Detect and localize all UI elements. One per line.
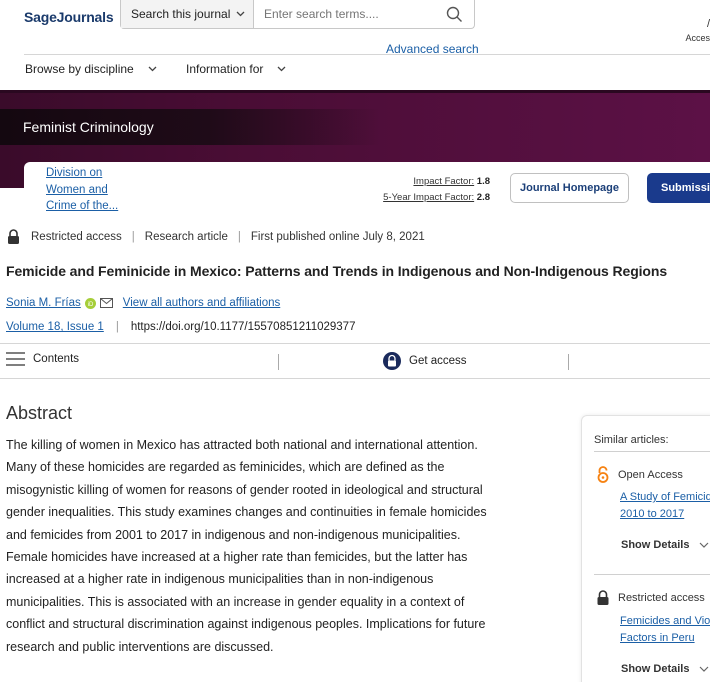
search-input[interactable]	[254, 0, 434, 28]
separator: |	[115, 321, 119, 333]
show-details-button[interactable]: Show Details	[621, 539, 709, 551]
chevron-down-icon	[277, 66, 286, 72]
nav-information-for[interactable]: Information for	[186, 62, 286, 76]
access-menu[interactable]: / Acces	[685, 17, 710, 45]
search-scope-dropdown[interactable]: Search this journal	[121, 0, 254, 28]
divider	[594, 574, 710, 575]
nav-label: Browse by discipline	[25, 62, 134, 76]
chevron-down-icon	[148, 66, 157, 72]
nav-label: Information for	[186, 62, 264, 76]
doi-text[interactable]: https://doi.org/10.1177/1557085121102937…	[131, 321, 356, 333]
email-icon[interactable]	[99, 298, 113, 308]
restricted-access-label: Restricted access	[596, 590, 705, 605]
open-access-icon	[597, 466, 609, 483]
journal-title[interactable]: Feminist Criminology	[23, 119, 154, 135]
similar-article-link[interactable]: Femicides and Vio Factors in Peru	[620, 613, 710, 647]
published-date: First published online July 8, 2021	[250, 230, 425, 243]
sage-journals-logo[interactable]: SageJournals	[24, 9, 114, 25]
orcid-icon[interactable]: iD	[84, 297, 96, 309]
impact-factor-value: 1.8	[476, 176, 490, 187]
volume-line: Volume 18, Issue 1 | https://doi.org/10.…	[6, 321, 355, 333]
article-meta: Restricted access | Research article | F…	[6, 229, 425, 244]
toolbar-divider	[568, 354, 569, 370]
search-bar: Search this journal	[120, 0, 475, 29]
article-title-line: Femicides and Vio	[620, 615, 710, 627]
nav-browse-by-discipline[interactable]: Browse by discipline	[25, 62, 157, 76]
similar-article-link[interactable]: A Study of Femicide 2010 to 2017	[620, 489, 710, 523]
divider	[594, 451, 710, 452]
show-details-button[interactable]: Show Details	[621, 663, 709, 675]
logo-suffix: Journals	[56, 9, 114, 25]
chevron-down-icon	[700, 542, 709, 548]
separator: |	[131, 230, 135, 243]
access-label: Acces	[685, 33, 710, 43]
article-title-line: A Study of Femicide	[620, 491, 710, 503]
get-access-label: Get access	[409, 355, 467, 367]
impact-factors: Impact Factor: 1.8 5-Year Impact Factor:…	[383, 174, 490, 206]
header-divider	[24, 54, 710, 55]
five-year-impact-value: 2.8	[476, 192, 490, 203]
journal-homepage-button[interactable]: Journal Homepage	[510, 173, 629, 203]
contents-button[interactable]: Contents	[6, 352, 79, 366]
separator: |	[237, 230, 241, 243]
search-button[interactable]	[434, 0, 474, 28]
society-link[interactable]: Division on Women and Crime of the...	[46, 165, 126, 215]
author-link[interactable]: Sonia M. Frías	[6, 297, 81, 309]
svg-text:iD: iD	[87, 302, 93, 308]
article-type: Research article	[144, 230, 228, 243]
chevron-down-icon	[700, 666, 709, 672]
five-year-impact-label[interactable]: 5-Year Impact Factor:	[383, 192, 474, 203]
access-type: Open Access	[618, 468, 683, 481]
impact-factor-label[interactable]: Impact Factor:	[413, 176, 474, 187]
abstract-text: The killing of women in Mexico has attra…	[6, 438, 487, 654]
view-all-authors-link[interactable]: View all authors and affiliations	[123, 297, 280, 309]
submission-button[interactable]: Submission	[647, 173, 710, 203]
logo-text: Sage	[24, 9, 57, 25]
search-icon	[446, 6, 462, 22]
article-title-line: 2010 to 2017	[620, 508, 685, 520]
open-access-label: Open Access	[596, 466, 683, 483]
access-status: Restricted access	[31, 230, 122, 243]
lock-icon	[8, 229, 19, 244]
access-type: Restricted access	[618, 591, 705, 604]
author-line: Sonia M. Frías iD View all authors and a…	[6, 297, 280, 309]
volume-issue-link[interactable]: Volume 18, Issue 1	[6, 321, 104, 333]
show-details-label: Show Details	[621, 539, 690, 551]
search-scope-label: Search this journal	[131, 7, 231, 21]
abstract-heading: Abstract	[6, 403, 73, 423]
user-icon: /	[706, 18, 710, 30]
get-access-button[interactable]: Get access	[383, 352, 467, 370]
article-toolbar: Contents Get access	[0, 343, 710, 379]
lock-icon	[597, 590, 609, 605]
toolbar-divider	[278, 354, 279, 370]
journal-info-card: Division on Women and Crime of the... Im…	[24, 162, 710, 215]
show-details-label: Show Details	[621, 663, 690, 675]
list-icon	[6, 352, 25, 366]
chevron-down-icon	[236, 11, 245, 17]
article-title: Femicide and Feminicide in Mexico: Patte…	[6, 263, 668, 279]
similar-articles-heading: Similar articles:	[594, 434, 669, 446]
similar-articles-panel: Similar articles: Open Access A Study of…	[581, 415, 710, 682]
article-title-line: Factors in Peru	[620, 632, 695, 644]
lock-icon	[383, 352, 401, 370]
contents-label: Contents	[33, 353, 80, 365]
